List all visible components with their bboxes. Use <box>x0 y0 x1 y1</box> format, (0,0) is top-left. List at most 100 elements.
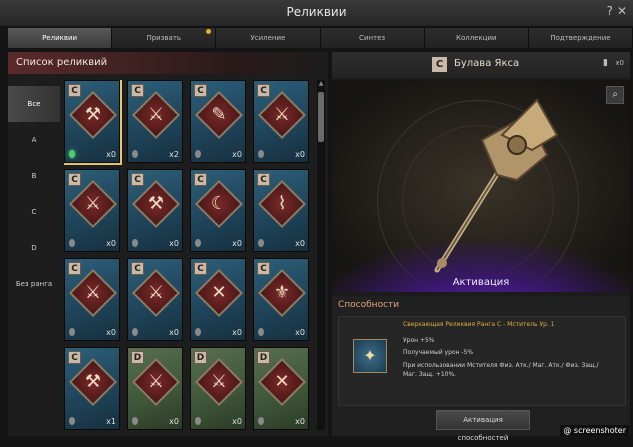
relic-card[interactable]: C ⚔ x0 <box>127 258 183 341</box>
grade-badge: C <box>131 84 144 97</box>
grade-badge: C <box>131 262 144 275</box>
weapon-icon: ⚜ <box>273 282 291 303</box>
filter-b[interactable]: B <box>8 158 60 194</box>
relic-count: x0 <box>295 417 305 426</box>
zoom-icon[interactable]: ⌕ <box>606 86 624 104</box>
weapon-icon: ⚔ <box>210 371 228 392</box>
filter-d[interactable]: D <box>8 230 60 266</box>
weapon-icon: ⚔ <box>147 282 165 303</box>
relic-list-header: Список реликвий <box>8 52 328 74</box>
gem-icon <box>69 239 75 247</box>
gem-icon <box>195 239 201 247</box>
relic-card[interactable]: C ⚒ x0 <box>64 80 122 165</box>
mace-image <box>434 98 559 273</box>
relic-card[interactable]: D ⚔ x0 <box>127 347 183 430</box>
relic-showcase: ⌕ Активация <box>332 80 630 292</box>
relic-card[interactable]: D ⚔ x0 <box>190 347 246 430</box>
relic-list-title: Список реликвий <box>16 57 108 68</box>
relic-count: x0 <box>232 417 242 426</box>
weapon-icon: ⚔ <box>147 104 165 125</box>
relic-count: x0 <box>106 328 116 337</box>
grade-badge: C <box>131 173 144 186</box>
gem-icon <box>195 417 201 425</box>
watermark: @ screenshoter <box>560 425 629 436</box>
relic-count: x0 <box>106 239 116 248</box>
relic-detail-header: C Булава Якса ▮ x0 <box>332 52 630 78</box>
activate-abilities-button[interactable]: Активация способностей <box>436 410 530 442</box>
grade-badge: C <box>68 262 81 275</box>
relic-card[interactable]: C ⚔ x0 <box>64 169 120 252</box>
relic-card[interactable]: C ☾ x0 <box>190 169 246 252</box>
abilities-title: Способности <box>338 300 400 310</box>
relic-count: x0 <box>295 150 305 159</box>
relic-card[interactable]: C ⚔ x0 <box>253 80 309 163</box>
tab-summon[interactable]: Призвать <box>112 28 217 48</box>
relic-card[interactable]: D ✕ x0 <box>253 347 309 430</box>
relic-count: x2 <box>169 150 179 159</box>
weapon-icon: ⌇ <box>277 193 287 214</box>
weapon-icon: ⚒ <box>84 371 102 392</box>
grade-badge: D <box>194 351 207 364</box>
tab-label: Усиление <box>250 34 286 42</box>
relic-name: Булава Якса <box>454 58 520 69</box>
grade-filters: Все A B C D Без ранга <box>8 86 60 426</box>
relic-count: x0 <box>232 328 242 337</box>
grade-badge: C <box>257 173 270 186</box>
filter-a[interactable]: A <box>8 122 60 158</box>
filter-unranked[interactable]: Без ранга <box>8 266 60 302</box>
grade-badge: C <box>68 173 81 186</box>
ability-name: Сверкающая Реликвия Ранга C - Мститель У… <box>403 321 555 328</box>
relic-card[interactable]: C ✎ x0 <box>190 80 246 163</box>
scroll-up-icon[interactable]: ▲ <box>317 80 325 88</box>
gem-icon <box>132 239 138 247</box>
grade-badge: C <box>432 57 447 72</box>
grade-badge: D <box>257 351 270 364</box>
gem-icon <box>258 328 264 336</box>
weapon-icon: ✕ <box>211 282 227 303</box>
weapon-icon: ⚔ <box>273 104 291 125</box>
ability-icon: ✦ <box>353 339 387 373</box>
tab-confirmation[interactable]: Подтверждение <box>528 28 633 48</box>
relic-card[interactable]: C ⌇ x0 <box>253 169 309 252</box>
tab-label: Коллекции <box>455 34 497 42</box>
filter-c[interactable]: C <box>8 194 60 230</box>
abilities-section: Способности ✦ Сверкающая Реликвия Ранга … <box>332 296 630 442</box>
relic-count: x0 <box>169 328 179 337</box>
grade-badge: C <box>68 351 81 364</box>
tab-label: Реликвии <box>42 34 78 42</box>
relic-grid: C ⚒ x0 C ⚔ x2 C ✎ x0 C ⚔ x0 C ⚔ x0 C ⚒ x0 C ☾ x0 C ⌇ x0 C ⚔ x0 C ⚔ x0… <box>64 80 312 430</box>
relic-detail-panel: C Булава Якса ▮ x0 ⌕ Активация Способнос… <box>332 52 630 442</box>
grade-badge: C <box>68 84 81 97</box>
gem-icon <box>132 417 138 425</box>
weapon-icon: ✎ <box>211 104 227 125</box>
ability-description: При использовании Мстителя Физ. Атк./ Ма… <box>403 362 599 378</box>
tab-synthesis[interactable]: Синтез <box>320 28 425 48</box>
relic-card[interactable]: C ⚒ x0 <box>127 169 183 252</box>
weapon-icon: ✕ <box>274 371 290 392</box>
close-button[interactable]: ✕ <box>617 4 627 18</box>
scrollbar[interactable]: ▲ <box>317 80 325 430</box>
grade-badge: C <box>194 84 207 97</box>
relic-card[interactable]: C ⚒ x1 <box>64 347 120 430</box>
tab-relics[interactable]: Реликвии <box>8 28 113 48</box>
gem-icon <box>69 417 75 425</box>
tab-label: Подтверждение <box>550 34 611 42</box>
relic-count: x0 <box>232 150 242 159</box>
relic-count: x1 <box>106 417 116 426</box>
relic-count: x0 <box>106 150 116 159</box>
relic-card[interactable]: C ⚔ x0 <box>64 258 120 341</box>
gem-icon <box>69 150 75 158</box>
tab-collections[interactable]: Коллекции <box>424 28 529 48</box>
tab-enhance[interactable]: Усиление <box>216 28 321 48</box>
relic-card[interactable]: C ✕ x0 <box>190 258 246 341</box>
activation-label[interactable]: Активация <box>332 274 630 292</box>
relic-card[interactable]: C ⚜ x0 <box>253 258 309 341</box>
scroll-thumb[interactable] <box>318 92 324 142</box>
grade-badge: D <box>131 351 144 364</box>
gem-icon <box>195 328 201 336</box>
relic-list-panel: Список реликвий Все A B C D Без ранга C ⚒… <box>8 52 328 436</box>
grade-badge: C <box>194 173 207 186</box>
filter-all[interactable]: Все <box>8 86 60 122</box>
help-button[interactable]: ? <box>607 4 613 18</box>
relic-card[interactable]: C ⚔ x2 <box>127 80 183 163</box>
